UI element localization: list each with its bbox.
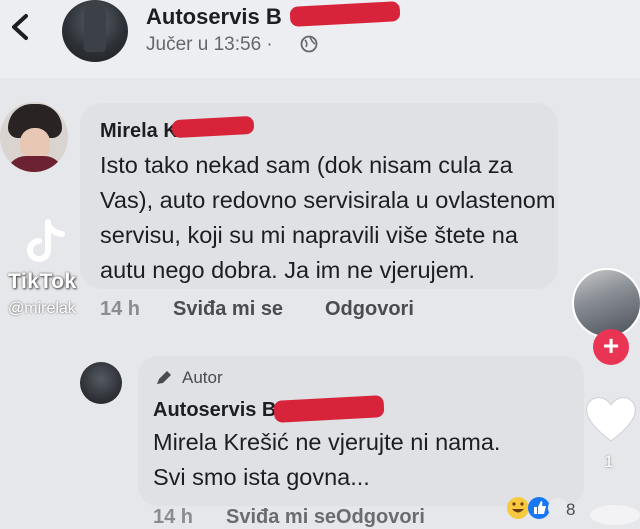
comment-text: Isto tako nekad sam (dok nisam cula za V… bbox=[100, 148, 570, 288]
globe-icon bbox=[300, 35, 318, 53]
back-arrow-icon[interactable] bbox=[8, 12, 32, 42]
post-author-avatar[interactable] bbox=[62, 0, 128, 62]
tiktok-logo-icon bbox=[27, 219, 65, 262]
reply-line: Svi smo ista govna... bbox=[153, 464, 370, 490]
tiktok-wordmark: TikTok bbox=[8, 270, 77, 293]
reply-like-link[interactable]: Sviđa mi se bbox=[226, 506, 336, 529]
heart-icon[interactable] bbox=[583, 393, 639, 445]
reply-time: 14 h bbox=[153, 506, 194, 528]
reply-author-avatar[interactable] bbox=[80, 362, 122, 404]
tiktok-like-count: 1 bbox=[604, 452, 614, 471]
commenter-name[interactable]: Mirela K bbox=[100, 120, 178, 143]
post-author-name[interactable]: Autoservis B bbox=[146, 4, 282, 30]
post-timestamp: Jučer u 13:56 · bbox=[146, 34, 273, 55]
comment-time: 14 h bbox=[100, 298, 141, 320]
comment-line: servisu, koji su mi napravili više štete… bbox=[100, 222, 518, 248]
tiktok-creator-avatar[interactable] bbox=[572, 268, 640, 338]
reply-reply-link[interactable]: Odgovori bbox=[336, 506, 425, 529]
reaction-icons[interactable] bbox=[506, 496, 568, 520]
pencil-icon bbox=[157, 371, 171, 384]
reply-line: Mirela Krešić ne vjerujte ni nama. bbox=[153, 429, 501, 455]
comment-bubble-icon[interactable] bbox=[590, 505, 640, 525]
author-badge: Autor bbox=[182, 368, 223, 387]
comment-like-link[interactable]: Sviđa mi se bbox=[173, 298, 283, 321]
reply-author-name[interactable]: Autoservis B bbox=[153, 399, 276, 422]
follow-plus-button[interactable]: + bbox=[593, 329, 629, 365]
comment-line: Isto tako nekad sam (dok nisam cula za bbox=[100, 152, 513, 178]
reaction-count: 8 bbox=[566, 500, 576, 519]
comment-line: autu nego dobra. Ja im ne vjerujem. bbox=[100, 257, 475, 283]
tiktok-username: @mirelak bbox=[8, 300, 76, 317]
reply-text: Mirela Krešić ne vjerujte ni nama. Svi s… bbox=[153, 425, 573, 495]
comment-line: Vas), auto redovno servisirala u ovlaste… bbox=[100, 187, 556, 213]
comment-reply-link[interactable]: Odgovori bbox=[325, 298, 414, 321]
commenter-avatar[interactable] bbox=[0, 102, 68, 172]
